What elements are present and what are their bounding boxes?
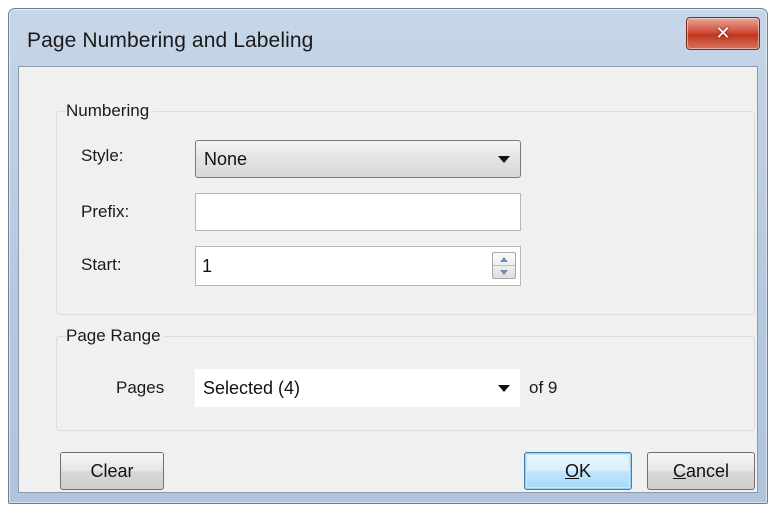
dialog-title: Page Numbering and Labeling — [27, 29, 314, 52]
dialog-window: Page Numbering and Labeling ✕ Numbering … — [8, 8, 768, 504]
start-label: Start: — [81, 255, 122, 274]
start-input[interactable] — [196, 247, 482, 285]
start-spinner[interactable] — [492, 252, 516, 279]
pages-dropdown[interactable]: Selected (4) — [195, 369, 520, 407]
prefix-input[interactable] — [196, 194, 512, 230]
numbering-group-label: Numbering — [66, 101, 154, 121]
style-dropdown[interactable]: None — [195, 140, 521, 178]
ok-button[interactable]: OK — [524, 452, 632, 490]
spin-up-button[interactable] — [493, 253, 515, 265]
close-button[interactable]: ✕ — [686, 17, 760, 50]
ok-button-mnemonic: O — [564, 460, 579, 481]
chevron-down-icon — [498, 384, 510, 392]
spin-down-button[interactable] — [493, 265, 515, 278]
close-icon: ✕ — [715, 23, 731, 44]
pages-total: of 9 — [529, 378, 558, 397]
ok-button-label: K — [579, 460, 592, 481]
page-range-group-label: Page Range — [66, 326, 165, 346]
chevron-down-icon — [498, 155, 510, 163]
start-stepper[interactable] — [195, 246, 521, 286]
pages-dropdown-value: Selected (4) — [203, 377, 301, 398]
style-label: Style: — [81, 146, 124, 165]
style-dropdown-value: None — [204, 148, 248, 169]
arrow-up-icon — [500, 256, 508, 262]
arrow-down-icon — [500, 269, 508, 275]
prefix-field[interactable] — [195, 193, 521, 231]
cancel-button[interactable]: Cancel — [647, 452, 755, 490]
prefix-label: Prefix: — [81, 202, 130, 221]
clear-button[interactable]: Clear — [60, 452, 164, 490]
pages-label: Pages — [116, 378, 165, 397]
cancel-button-label: ancel — [685, 460, 730, 481]
dialog-body: Numbering Style: None Prefix: Start: Pag… — [18, 66, 758, 493]
cancel-button-mnemonic: C — [672, 460, 686, 481]
